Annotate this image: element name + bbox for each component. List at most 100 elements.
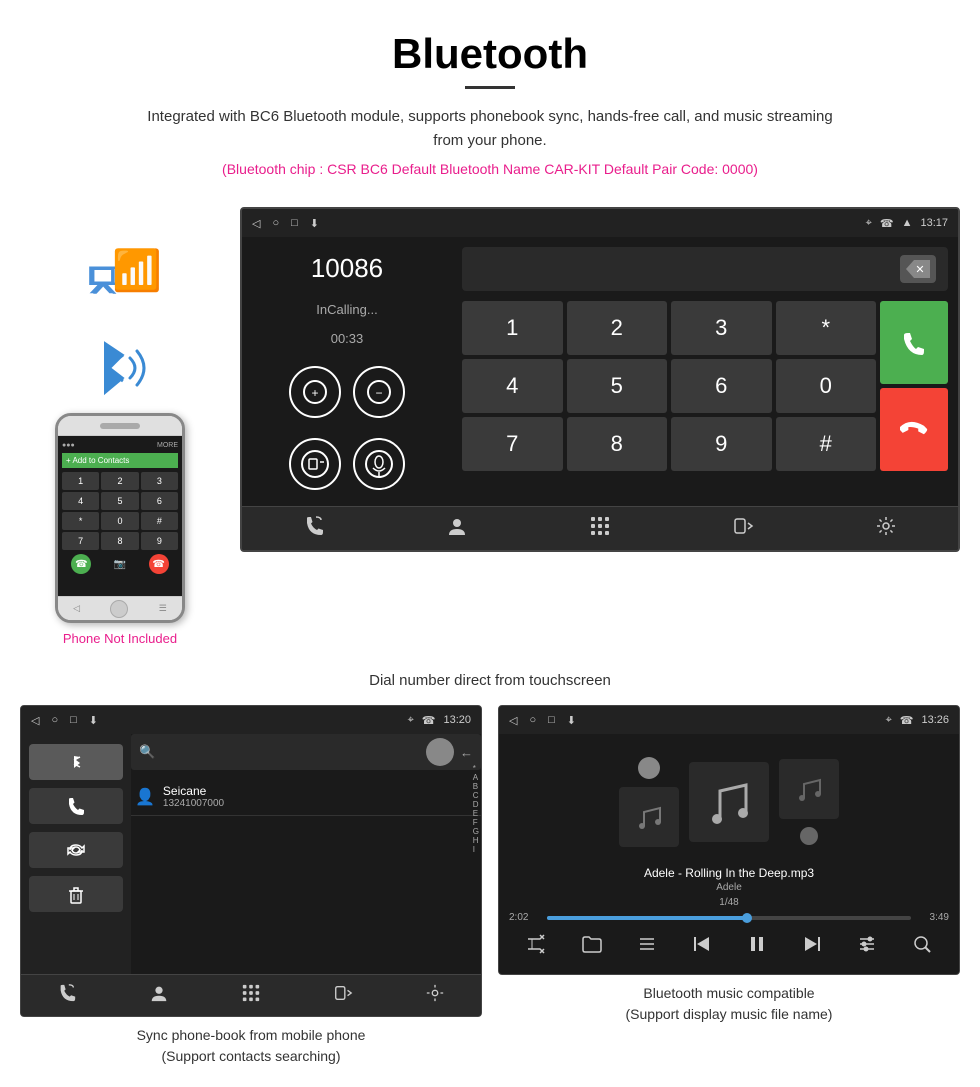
phone-not-included-label: Phone Not Included bbox=[63, 631, 177, 646]
mute-btn[interactable] bbox=[353, 438, 405, 490]
letter-index: * A B C D E F G H I bbox=[473, 764, 479, 854]
dial-content: 10086 InCalling... 00:33 + − bbox=[242, 237, 958, 506]
album-area bbox=[509, 744, 949, 860]
music-content: Adele - Rolling In the Deep.mp3 Adele 1/… bbox=[499, 734, 959, 974]
pb-phone-icon: ☎ bbox=[422, 714, 436, 727]
search-music-btn[interactable] bbox=[911, 933, 933, 960]
status-bar-main: ◁ ○ □ ⬇ ⌖ ☎ ▲ 13:17 bbox=[242, 209, 958, 237]
page-title: Bluetooth bbox=[20, 30, 960, 78]
total-time: 3:49 bbox=[919, 912, 949, 923]
pb-bluetooth-btn[interactable] bbox=[29, 744, 123, 780]
left-album-art bbox=[619, 787, 679, 847]
key-hash[interactable]: # bbox=[776, 417, 877, 471]
pb-download-icon: ⬇ bbox=[89, 714, 98, 727]
music-phone-icon: ☎ bbox=[900, 714, 914, 727]
phone-key-5: 5 bbox=[101, 492, 138, 510]
phone-key-2: 2 bbox=[101, 472, 138, 490]
dial-buttons-row: + − bbox=[289, 366, 405, 418]
svg-text:−: − bbox=[375, 386, 382, 400]
pb-nav-dialpad-icon[interactable] bbox=[241, 983, 261, 1008]
nav-settings-icon[interactable] bbox=[875, 515, 897, 542]
key-3[interactable]: 3 bbox=[671, 301, 772, 355]
bottom-nav-main bbox=[242, 506, 958, 550]
contact-name: Seicane bbox=[163, 784, 224, 798]
pb-delete-btn[interactable] bbox=[29, 876, 123, 912]
phonebook-sidebar bbox=[21, 734, 131, 974]
key-9[interactable]: 9 bbox=[671, 417, 772, 471]
nav-transfer-icon[interactable] bbox=[732, 515, 754, 542]
shuffle-btn[interactable] bbox=[526, 933, 548, 960]
key-0[interactable]: 0 bbox=[776, 359, 877, 413]
numpad-with-call: 1 2 3 * 4 5 6 0 7 8 9 # bbox=[462, 301, 948, 471]
nav-dialpad-icon[interactable] bbox=[589, 515, 611, 542]
list-btn[interactable] bbox=[636, 933, 658, 960]
phone-status-left: ●●● bbox=[62, 442, 75, 449]
call-accept-btn[interactable] bbox=[880, 301, 948, 384]
phone-numpad: 1 2 3 4 5 6 * 0 # 7 8 9 bbox=[62, 472, 178, 550]
nav-contacts-icon[interactable] bbox=[446, 515, 468, 542]
pb-location-icon: ⌖ bbox=[408, 714, 414, 727]
right-dot bbox=[800, 827, 818, 845]
pb-clock: 13:20 bbox=[443, 714, 471, 726]
clear-btn[interactable]: ✕ bbox=[900, 255, 936, 283]
pb-nav-settings-icon[interactable] bbox=[425, 983, 445, 1008]
back-icon: ◁ bbox=[252, 217, 260, 230]
dial-left-panel: 10086 InCalling... 00:33 + − bbox=[242, 237, 452, 506]
equalizer-btn[interactable] bbox=[856, 933, 878, 960]
pb-sync-btn[interactable] bbox=[29, 832, 123, 868]
clock: 13:17 bbox=[920, 217, 948, 229]
dial-status: InCalling... bbox=[316, 302, 377, 317]
key-1[interactable]: 1 bbox=[462, 301, 563, 355]
music-item: ◁ ○ □ ⬇ ⌖ ☎ 13:26 bbox=[498, 705, 960, 1067]
phone-key-9: 9 bbox=[141, 532, 178, 550]
bluetooth-illustration bbox=[75, 333, 165, 403]
bluetooth-waves-icon: 📶 bbox=[112, 247, 162, 294]
pb-nav-contacts-icon[interactable] bbox=[149, 983, 169, 1008]
pb-nav-transfer-icon[interactable] bbox=[333, 983, 353, 1008]
key-8[interactable]: 8 bbox=[567, 417, 668, 471]
dial-number: 10086 bbox=[311, 253, 383, 284]
pb-status-left: ◁ ○ □ ⬇ bbox=[31, 714, 98, 727]
key-star[interactable]: * bbox=[776, 301, 877, 355]
phone-bottom-bar: ◁ ☰ bbox=[58, 596, 182, 620]
track-artist: Adele bbox=[509, 882, 949, 893]
play-pause-btn[interactable] bbox=[746, 933, 768, 960]
status-bar-left: ◁ ○ □ ⬇ bbox=[252, 217, 319, 230]
music-clock: 13:26 bbox=[921, 714, 949, 726]
next-btn[interactable] bbox=[801, 933, 823, 960]
call-end-btn[interactable] bbox=[880, 388, 948, 471]
pb-nav-phone-icon[interactable] bbox=[57, 983, 77, 1008]
transfer-btn[interactable] bbox=[289, 438, 341, 490]
progress-bar[interactable] bbox=[547, 916, 911, 920]
contact-row[interactable]: 👤 Seicane 13241007000 bbox=[131, 778, 481, 816]
pb-status-right: ⌖ ☎ 13:20 bbox=[408, 714, 471, 727]
phonebook-content: 🔍 ← 👤 Seicane 13241007000 * bbox=[21, 734, 481, 974]
phone-top-bar bbox=[58, 416, 182, 436]
phone-menu-soft: ☰ bbox=[159, 603, 167, 614]
key-2[interactable]: 2 bbox=[567, 301, 668, 355]
phonebook-item: ◁ ○ □ ⬇ ⌖ ☎ 13:20 bbox=[20, 705, 482, 1067]
pb-back-arrow[interactable]: ← bbox=[460, 745, 473, 760]
key-5[interactable]: 5 bbox=[567, 359, 668, 413]
phone-key-3: 3 bbox=[141, 472, 178, 490]
key-4[interactable]: 4 bbox=[462, 359, 563, 413]
key-7[interactable]: 7 bbox=[462, 417, 563, 471]
pb-bottom-nav bbox=[21, 974, 481, 1016]
pb-phone-btn[interactable] bbox=[29, 788, 123, 824]
current-time: 2:02 bbox=[509, 912, 539, 923]
status-bar-right: ⌖ ☎ ▲ 13:17 bbox=[866, 217, 948, 230]
prev-btn[interactable] bbox=[691, 933, 713, 960]
nav-phone-icon[interactable] bbox=[303, 515, 325, 542]
phone-add-text: + Add to Contacts bbox=[66, 456, 174, 465]
search-icon: 🔍 bbox=[139, 744, 155, 760]
download-icon: ⬇ bbox=[310, 217, 319, 230]
volume-up-btn[interactable]: + bbox=[289, 366, 341, 418]
volume-down-btn[interactable]: − bbox=[353, 366, 405, 418]
main-section: ⯳ 📶 ⯳ ●●● MORE bbox=[0, 207, 980, 646]
music-status-left: ◁ ○ □ ⬇ bbox=[509, 714, 576, 727]
phone-key-1: 1 bbox=[62, 472, 99, 490]
key-6[interactable]: 6 bbox=[671, 359, 772, 413]
folder-btn[interactable] bbox=[581, 933, 603, 960]
left-album-col bbox=[619, 757, 679, 847]
phonebook-main: 🔍 ← 👤 Seicane 13241007000 * bbox=[131, 734, 481, 974]
